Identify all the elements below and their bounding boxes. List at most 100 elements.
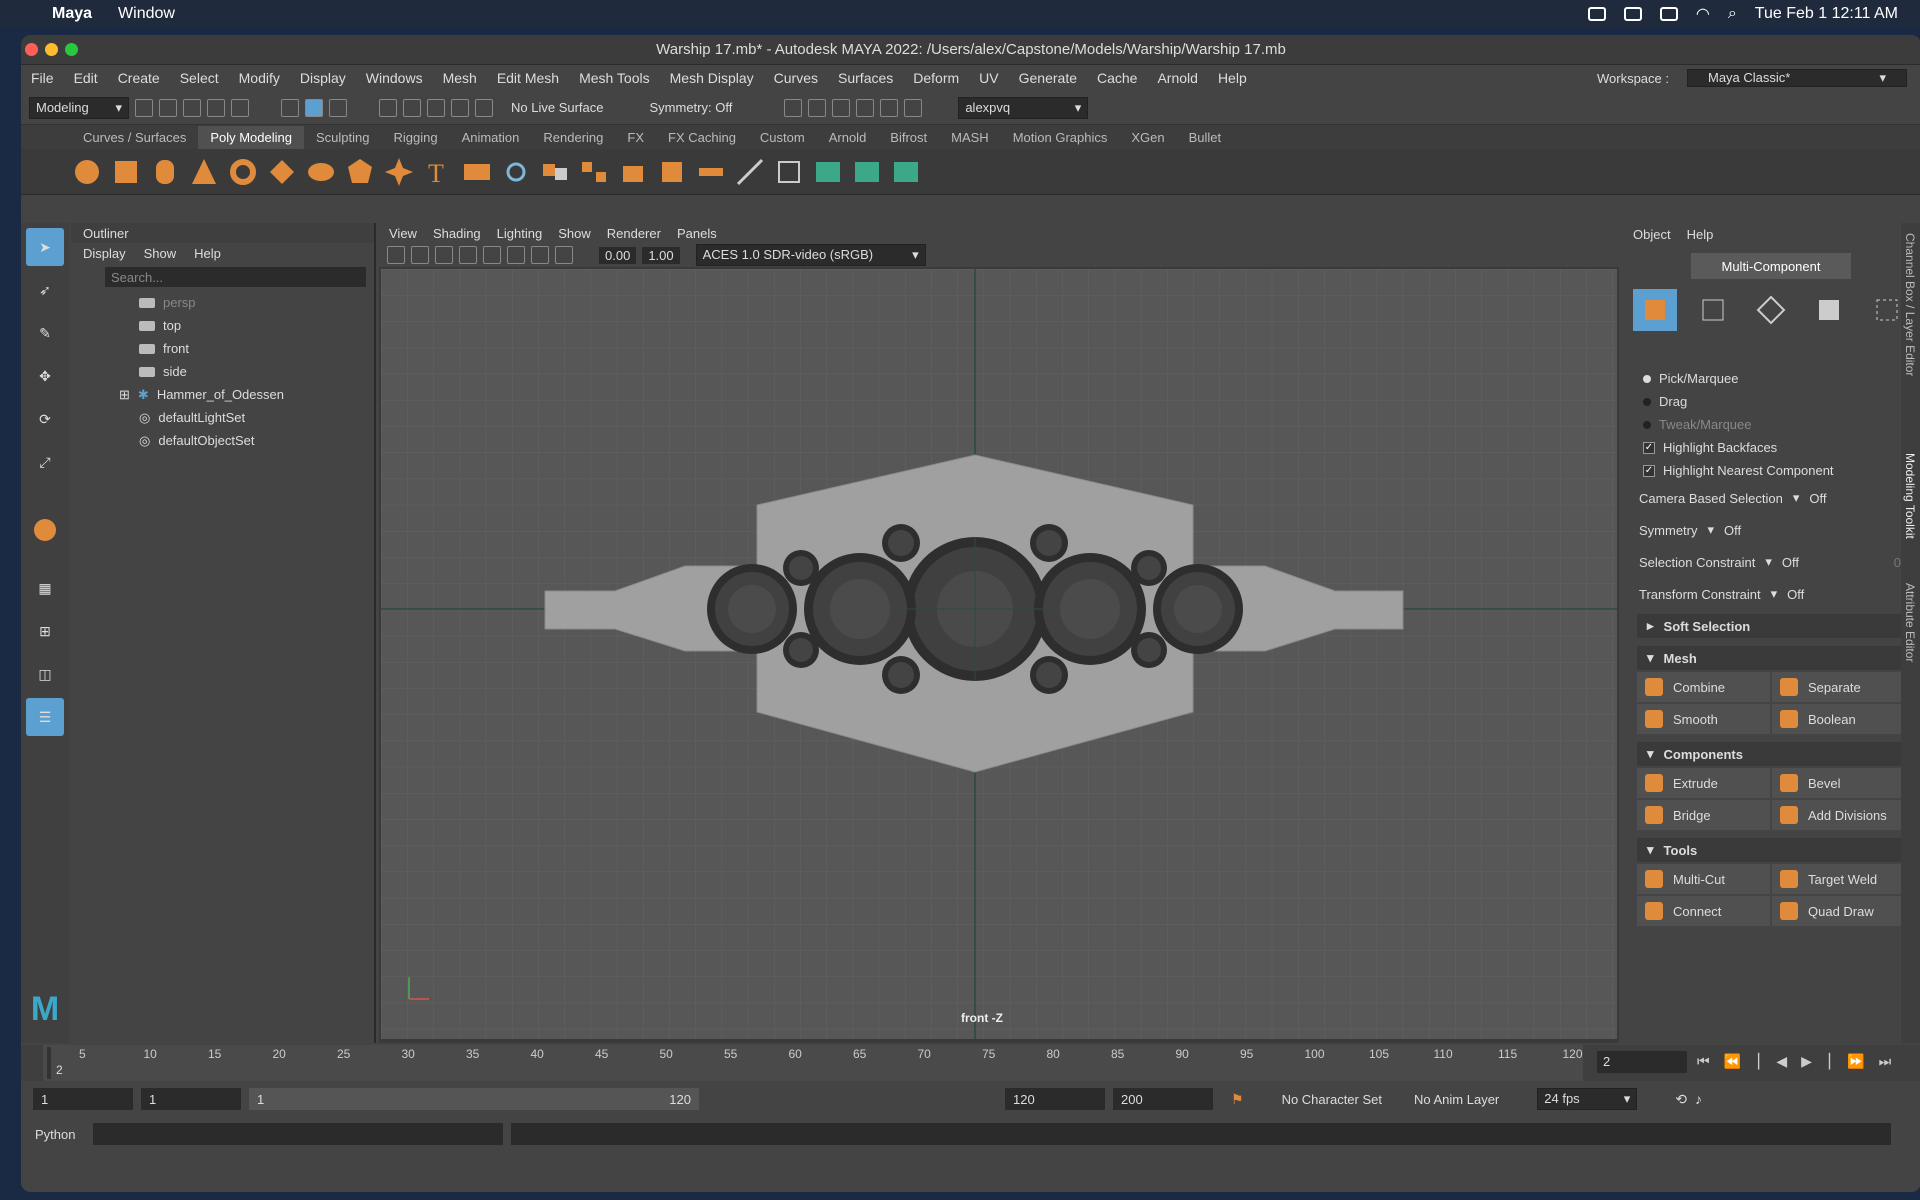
status-icon[interactable] bbox=[1587, 7, 1606, 21]
face-mode-icon[interactable] bbox=[1807, 289, 1851, 331]
menu-help[interactable]: Help bbox=[1208, 70, 1257, 86]
anim-layer[interactable]: No Anim Layer bbox=[1414, 1092, 1499, 1107]
tab-poly-modeling[interactable]: Poly Modeling bbox=[198, 125, 304, 149]
colorspace-select[interactable]: ACES 1.0 SDR-video (sRGB) ▾ bbox=[695, 244, 926, 266]
bevel-icon[interactable] bbox=[656, 156, 688, 188]
go-start-icon[interactable]: ⏮ bbox=[1697, 1053, 1710, 1070]
combine-icon[interactable] bbox=[539, 156, 571, 188]
menu-set-select[interactable]: Modeling ▾ bbox=[29, 96, 129, 119]
character-set[interactable]: No Character Set bbox=[1282, 1092, 1382, 1107]
menu-mesh-tools[interactable]: Mesh Tools bbox=[569, 70, 660, 86]
minimize-icon[interactable] bbox=[45, 43, 58, 56]
poly-torus-icon[interactable] bbox=[227, 156, 259, 188]
menu-curves[interactable]: Curves bbox=[764, 70, 828, 86]
textured-icon[interactable] bbox=[483, 246, 501, 264]
tab-fx[interactable]: FX bbox=[615, 130, 656, 145]
vp-menu-shading[interactable]: Shading bbox=[433, 226, 481, 241]
gamma-value[interactable]: 1.00 bbox=[642, 246, 680, 264]
step-back-key-icon[interactable]: ⏪ bbox=[1724, 1053, 1741, 1070]
separate-icon[interactable] bbox=[578, 156, 610, 188]
step-forward-frame-icon[interactable]: ⎮ bbox=[1826, 1053, 1833, 1070]
tab-rendering[interactable]: Rendering bbox=[531, 130, 615, 145]
new-scene-icon[interactable] bbox=[135, 98, 153, 117]
mt-menu-help[interactable]: Help bbox=[1687, 227, 1714, 242]
lasso-tool-icon[interactable]: ➶ bbox=[26, 271, 64, 309]
time-slider[interactable]: 2 5 10 15 20 25 30 35 40 45 50 55 60 65 70 75 80 85 90 95 1… bbox=[21, 1045, 1920, 1081]
render-view-icon[interactable] bbox=[808, 98, 827, 117]
tab-modeling-toolkit[interactable]: Modeling Toolkit bbox=[1903, 453, 1917, 539]
select-object-icon[interactable] bbox=[305, 98, 323, 117]
paint-select-icon[interactable]: ✎ bbox=[26, 314, 64, 352]
layout-two-icon[interactable]: ◫ bbox=[26, 655, 64, 693]
layout-outliner-icon[interactable]: ☰ bbox=[26, 698, 64, 736]
vp-menu-renderer[interactable]: Renderer bbox=[607, 226, 661, 241]
combine-button[interactable]: Combine bbox=[1637, 672, 1770, 702]
menu-mesh[interactable]: Mesh bbox=[433, 70, 487, 86]
menu-windows[interactable]: Windows bbox=[356, 70, 433, 86]
live-surface[interactable]: No Live Surface bbox=[511, 100, 604, 115]
highlight-backfaces-check[interactable]: ✓ Highlight Backfaces bbox=[1621, 436, 1920, 459]
snap-curve-icon[interactable] bbox=[403, 98, 421, 117]
quad-draw-button[interactable]: Quad Draw bbox=[1772, 896, 1905, 926]
select-hierarchy-icon[interactable] bbox=[281, 98, 299, 117]
play-forward-icon[interactable]: ▶ bbox=[1801, 1053, 1812, 1070]
outliner-item-lightset[interactable]: ◎ defaultLightSet bbox=[71, 406, 374, 429]
vp-menu-lighting[interactable]: Lighting bbox=[497, 226, 543, 241]
poly-cube-icon[interactable] bbox=[110, 156, 142, 188]
bevel-button[interactable]: Bevel bbox=[1772, 768, 1905, 798]
auto-key-icon[interactable]: ⚑ bbox=[1231, 1091, 1244, 1108]
multi-component-button[interactable]: Multi-Component bbox=[1691, 253, 1851, 279]
render-settings-icon[interactable] bbox=[856, 98, 875, 117]
sound-icon[interactable]: ♪ bbox=[1695, 1091, 1702, 1107]
uv-layout-icon[interactable] bbox=[890, 156, 922, 188]
playback-end-field[interactable]: 120 bbox=[1005, 1088, 1105, 1110]
layout-single-icon[interactable]: ▦ bbox=[26, 569, 64, 607]
target-weld-button[interactable]: Target Weld bbox=[1772, 864, 1905, 894]
tab-sculpting[interactable]: Sculpting bbox=[304, 130, 381, 145]
menu-deform[interactable]: Deform bbox=[903, 70, 969, 86]
play-back-icon[interactable]: ◀ bbox=[1776, 1053, 1787, 1070]
go-end-icon[interactable]: ⏭ bbox=[1879, 1053, 1892, 1070]
wireframe-icon[interactable] bbox=[435, 246, 453, 264]
current-frame-field[interactable]: 2 bbox=[1597, 1051, 1687, 1073]
xray-icon[interactable] bbox=[555, 246, 573, 264]
poly-cylinder-icon[interactable] bbox=[149, 156, 181, 188]
tweak-marquee-option[interactable]: Tweak/Marquee bbox=[1621, 413, 1920, 436]
maximize-icon[interactable] bbox=[65, 43, 78, 56]
tab-custom[interactable]: Custom bbox=[748, 130, 817, 145]
separate-button[interactable]: Separate bbox=[1772, 672, 1905, 702]
anim-end-field[interactable]: 200 bbox=[1113, 1088, 1213, 1110]
undo-icon[interactable] bbox=[207, 98, 225, 117]
last-tool-icon[interactable] bbox=[26, 511, 64, 549]
bridge-button[interactable]: Bridge bbox=[1637, 800, 1770, 830]
poly-disc-icon[interactable] bbox=[305, 156, 337, 188]
menu-modify[interactable]: Modify bbox=[229, 70, 290, 86]
menu-display[interactable]: Display bbox=[290, 70, 356, 86]
render-icon[interactable] bbox=[784, 98, 803, 117]
select-component-icon[interactable] bbox=[329, 98, 347, 117]
tab-xgen[interactable]: XGen bbox=[1119, 130, 1176, 145]
hypershade-icon[interactable] bbox=[880, 98, 899, 117]
outliner-item-front[interactable]: front bbox=[71, 337, 374, 360]
menu-edit[interactable]: Edit bbox=[64, 70, 108, 86]
highlight-nearest-check[interactable]: ✓ Highlight Nearest Component bbox=[1621, 459, 1920, 482]
tab-motion-graphics[interactable]: Motion Graphics bbox=[1001, 130, 1120, 145]
viewport-canvas[interactable]: front -Z bbox=[381, 269, 1617, 1039]
wifi-icon[interactable]: ◠ bbox=[1696, 4, 1710, 24]
pick-marquee-option[interactable]: Pick/Marquee bbox=[1621, 367, 1920, 390]
move-tool-icon[interactable]: ✥ bbox=[26, 357, 64, 395]
object-mode-icon[interactable] bbox=[1633, 289, 1677, 331]
smooth-button[interactable]: Smooth bbox=[1637, 704, 1770, 734]
multi-cut-button[interactable]: Multi-Cut bbox=[1637, 864, 1770, 894]
uv-icon[interactable] bbox=[812, 156, 844, 188]
selection-constraint[interactable]: Selection Constraint ▾ Off 0 bbox=[1621, 546, 1920, 578]
step-back-frame-icon[interactable]: ⎮ bbox=[1755, 1053, 1762, 1070]
tab-curves-surfaces[interactable]: Curves / Surfaces bbox=[71, 130, 198, 145]
fps-select[interactable]: 24 fps ▾ bbox=[1537, 1088, 1638, 1110]
poly-sphere-icon[interactable] bbox=[71, 156, 103, 188]
multi-cut-icon[interactable] bbox=[734, 156, 766, 188]
drag-option[interactable]: Drag bbox=[1621, 390, 1920, 413]
outliner-item-objectset[interactable]: ◎ defaultObjectSet bbox=[71, 429, 374, 452]
tab-rigging[interactable]: Rigging bbox=[381, 130, 449, 145]
menu-create[interactable]: Create bbox=[108, 70, 170, 86]
